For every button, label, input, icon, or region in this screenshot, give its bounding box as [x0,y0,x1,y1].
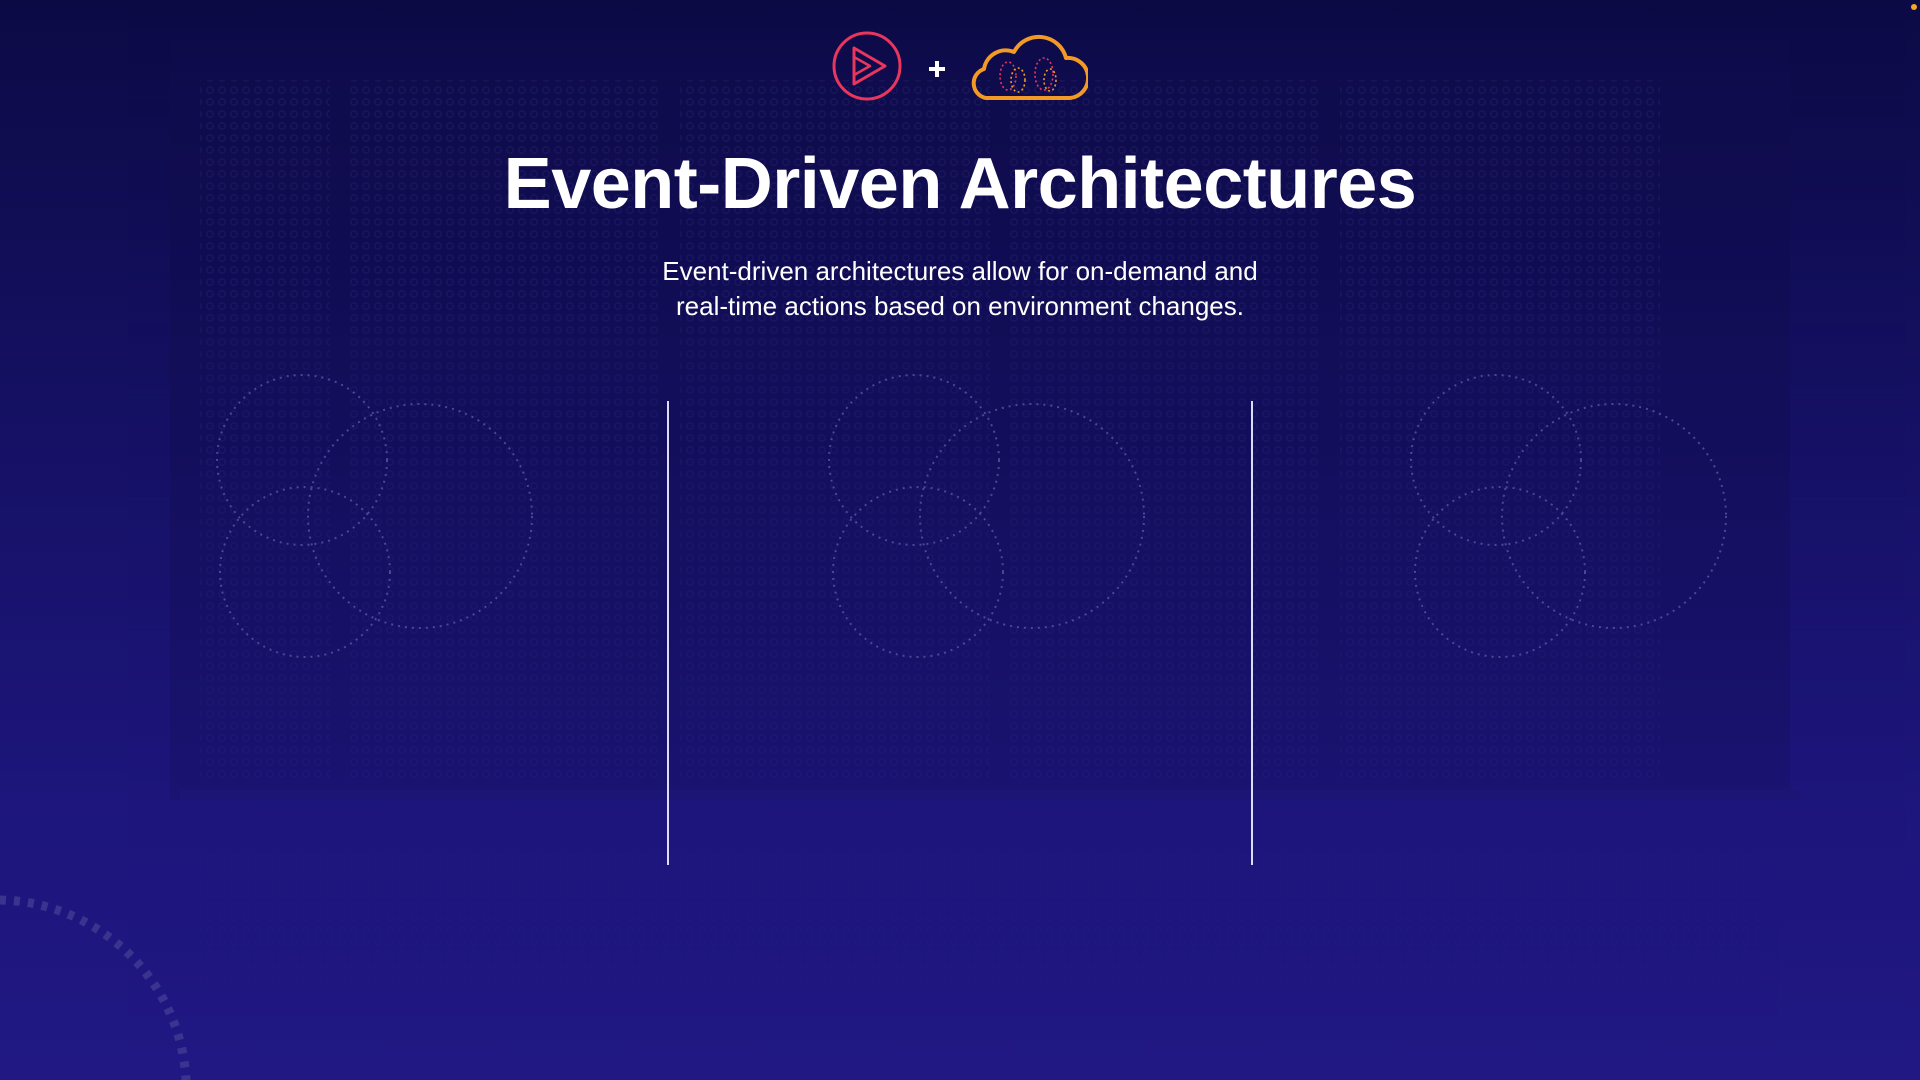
slide-title: Event-Driven Architectures [503,144,1417,224]
column-divider-left [667,401,669,865]
play-logo-icon [832,31,902,101]
cloud-logo-icon [971,34,1088,100]
plus-icon [929,61,945,77]
column-divider-right [1251,401,1253,865]
corner-indicator-dot [1911,4,1917,10]
subtitle-line-1: Event-driven architectures allow for on-… [662,256,1258,286]
logo-row [0,26,1920,106]
slide-subtitle: Event-driven architectures allow for on-… [560,254,1360,324]
subtitle-line-2: real-time actions based on environment c… [676,291,1244,321]
